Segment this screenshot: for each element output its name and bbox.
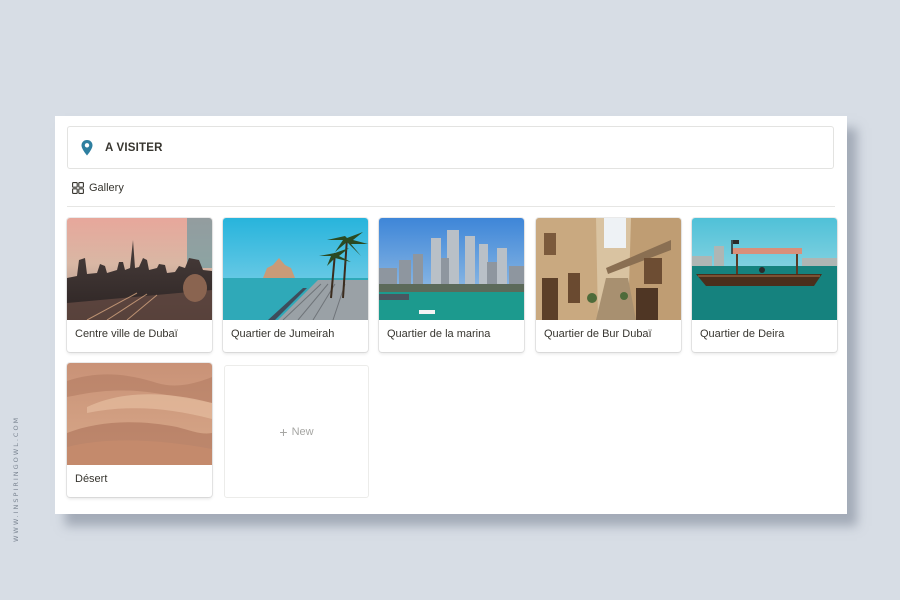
card-title: Quartier de Bur Dubaï <box>544 328 652 340</box>
view-tab-gallery[interactable]: Gallery <box>72 182 124 194</box>
card-title: Quartier de Jumeirah <box>231 328 335 340</box>
card-cover-image <box>67 218 212 320</box>
callout-title: A VISITER <box>105 141 163 154</box>
card-title: Quartier de la marina <box>387 328 491 340</box>
callout-block[interactable]: A VISITER <box>67 126 834 169</box>
gallery-card[interactable]: Désert <box>67 363 212 497</box>
map-pin-icon <box>80 139 94 157</box>
gallery-card[interactable]: Quartier de Bur Dubaï <box>536 218 681 352</box>
new-card-button[interactable]: + New <box>224 365 369 498</box>
gallery-card[interactable]: Centre ville de Dubaï <box>67 218 212 352</box>
card-cover-image <box>379 218 524 320</box>
watermark: WWW.INSPIRINGOWL.COM <box>12 415 20 542</box>
plus-icon: + <box>279 423 288 440</box>
view-tab-label: Gallery <box>89 182 124 194</box>
gallery-grid-icon <box>72 182 84 194</box>
card-title: Désert <box>75 473 108 485</box>
gallery-card[interactable]: Quartier de Jumeirah <box>223 218 368 352</box>
card-cover-image <box>536 218 681 320</box>
card-cover-image <box>223 218 368 320</box>
card-cover-image <box>67 363 212 465</box>
card-cover-image <box>692 218 837 320</box>
card-title: Centre ville de Dubaï <box>75 328 178 340</box>
gallery-card[interactable]: Quartier de la marina <box>379 218 524 352</box>
new-card-label: New <box>291 425 314 438</box>
view-bar: Gallery <box>67 182 835 207</box>
gallery-card[interactable]: Quartier de Deira <box>692 218 837 352</box>
notion-page: A VISITER Gallery Centre ville de Dubaï … <box>55 116 847 514</box>
card-title: Quartier de Deira <box>700 328 785 340</box>
